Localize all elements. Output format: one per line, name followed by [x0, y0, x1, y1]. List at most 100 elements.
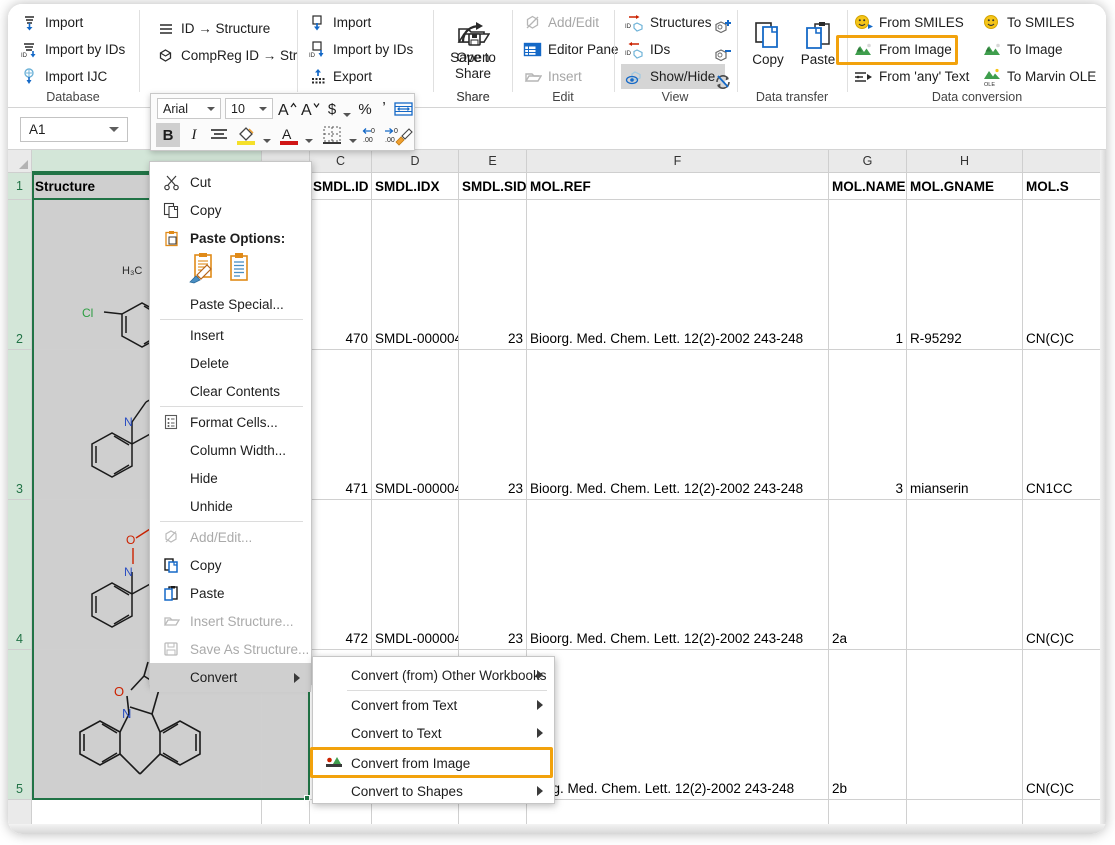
cell-f5-mol-ref[interactable]: ioorg. Med. Chem. Lett. 12(2)-2002 243-2…: [527, 650, 829, 800]
cell-b6[interactable]: [262, 800, 310, 827]
cell-f3-mol-ref[interactable]: Bioorg. Med. Chem. Lett. 12(2)-2002 243-…: [527, 350, 829, 500]
context-menu-item-clear-contents[interactable]: Clear Contents: [150, 377, 311, 405]
cell-h1-mol-gname-header[interactable]: MOL.GNAME: [907, 173, 1023, 200]
fill-color-button[interactable]: [233, 123, 259, 147]
format-painter-button[interactable]: [392, 123, 416, 147]
submenu-item-convert-from-image[interactable]: Convert from Image: [313, 749, 554, 777]
column-header-c[interactable]: C: [310, 150, 372, 173]
column-header-h[interactable]: H: [907, 150, 1023, 173]
ribbon-paste-button[interactable]: Paste: [794, 20, 842, 68]
cell-i4-mol-s[interactable]: CN(C)C: [1023, 500, 1106, 650]
cell-f4-mol-ref[interactable]: Bioorg. Med. Chem. Lett. 12(2)-2002 243-…: [527, 500, 829, 650]
cell-c2-smdl-id[interactable]: 470: [310, 200, 372, 350]
fill-handle[interactable]: [304, 795, 310, 801]
cell-e1-smdl-sid-header[interactable]: SMDL.SID: [459, 173, 527, 200]
ribbon-import-button[interactable]: Import: [16, 10, 86, 35]
ribbon-show-hide-button[interactable]: Show/Hide: [621, 64, 725, 89]
remove-structure-icon[interactable]: [711, 44, 735, 68]
context-menu-item-copy[interactable]: Copy: [150, 196, 311, 224]
cell-g4-mol-name[interactable]: 2a: [829, 500, 907, 650]
ribbon-import-by-ids2-button[interactable]: ID Import by IDs: [304, 37, 416, 62]
context-menu-item-unhide[interactable]: Unhide: [150, 492, 311, 520]
ribbon-import-by-ids-button[interactable]: ID Import by IDs: [16, 37, 128, 62]
row-header-3[interactable]: 3: [8, 350, 32, 500]
context-menu-item-insert-structure[interactable]: Insert Structure...: [150, 607, 311, 635]
ribbon-to-smiles-button[interactable]: To SMILES: [978, 10, 1078, 35]
context-menu-item-format-cells[interactable]: Format Cells...: [150, 408, 311, 436]
cell-g3-mol-name[interactable]: 3: [829, 350, 907, 500]
context-menu-item-convert[interactable]: Convert: [150, 663, 311, 692]
context-menu-item-chem-copy[interactable]: Copy: [150, 551, 311, 579]
cell-i6[interactable]: [1023, 800, 1106, 827]
ribbon-add-edit-button[interactable]: Add/Edit: [519, 10, 602, 35]
column-header-i[interactable]: [1023, 150, 1106, 173]
cell-h6[interactable]: [907, 800, 1023, 827]
ribbon-compreg-id-button[interactable]: CompReg ID → Str: [152, 43, 300, 68]
cell-a6[interactable]: [32, 800, 262, 827]
cell-e2-smdl-sid[interactable]: 23: [459, 200, 527, 350]
merge-cells-button[interactable]: [392, 97, 414, 121]
cell-i5-mol-s[interactable]: CN(C)C: [1023, 650, 1106, 800]
horizontal-scrollbar[interactable]: [8, 824, 1106, 834]
row-header-2[interactable]: 2: [8, 200, 32, 350]
cell-i2-mol-s[interactable]: CN(C)C: [1023, 200, 1106, 350]
ribbon-export-button[interactable]: Export: [304, 64, 375, 89]
select-all-corner[interactable]: [8, 150, 32, 173]
ribbon-copy-button[interactable]: Copy: [744, 20, 792, 68]
name-box[interactable]: A1: [20, 117, 128, 142]
cell-f1-mol-ref-header[interactable]: MOL.REF: [527, 173, 829, 200]
context-menu-item-insert[interactable]: Insert: [150, 321, 311, 349]
paste-values-icon[interactable]: [226, 252, 252, 284]
borders-button[interactable]: [319, 123, 345, 147]
cell-c3-smdl-id[interactable]: 471: [310, 350, 372, 500]
context-menu-item-cut[interactable]: Cut: [150, 168, 311, 196]
context-menu-item-delete[interactable]: Delete: [150, 349, 311, 377]
ribbon-save-to-share-button[interactable]: Save to Share: [442, 20, 504, 82]
context-menu-item-column-width[interactable]: Column Width...: [150, 436, 311, 464]
cell-g1-mol-name-header[interactable]: MOL.NAME: [829, 173, 907, 200]
context-menu-item-add-edit[interactable]: Add/Edit...: [150, 523, 311, 551]
cell-d1-smdl-idx-header[interactable]: SMDL.IDX: [372, 173, 459, 200]
ribbon-from-image-button[interactable]: From Image: [850, 37, 955, 62]
cell-g2-mol-name[interactable]: 1: [829, 200, 907, 350]
ribbon-from-smiles-button[interactable]: From SMILES: [850, 10, 967, 35]
cell-c1-smdl-id-header[interactable]: SMDL.ID: [310, 173, 372, 200]
context-menu-item-paste-special[interactable]: Paste Special...: [150, 290, 311, 318]
context-menu-item-chem-paste[interactable]: Paste: [150, 579, 311, 607]
font-family-select[interactable]: Arial: [157, 98, 221, 119]
cell-h2-mol-gname[interactable]: R-95292: [907, 200, 1023, 350]
cell-d4-smdl-idx[interactable]: SMDL-00000472: [372, 500, 459, 650]
cell-e4-smdl-sid[interactable]: 23: [459, 500, 527, 650]
cell-g5-mol-name[interactable]: 2b: [829, 650, 907, 800]
submenu-item-convert-to-shapes[interactable]: Convert to Shapes: [313, 777, 554, 805]
borders-dropdown-button[interactable]: [347, 129, 359, 153]
italic-button[interactable]: I: [183, 123, 205, 147]
paste-formatting-icon[interactable]: [188, 252, 218, 284]
font-size-select[interactable]: 10: [225, 98, 273, 119]
bold-button[interactable]: B: [156, 123, 180, 147]
cell-e3-smdl-sid[interactable]: 23: [459, 350, 527, 500]
ribbon-to-marvin-ole-button[interactable]: OLE To Marvin OLE: [978, 64, 1099, 89]
refresh-structure-icon[interactable]: [711, 70, 735, 94]
add-structure-icon[interactable]: [711, 16, 735, 40]
cell-h4-mol-gname[interactable]: [907, 500, 1023, 650]
ribbon-to-image-button[interactable]: To Image: [978, 37, 1066, 62]
vertical-scrollbar[interactable]: [1100, 150, 1106, 834]
font-color-button[interactable]: A: [277, 123, 301, 147]
ribbon-from-any-text-button[interactable]: From 'any' Text: [850, 64, 972, 89]
decrease-decimal-button[interactable]: 0 .00: [362, 123, 384, 147]
column-header-f[interactable]: F: [527, 150, 829, 173]
column-header-e[interactable]: E: [459, 150, 527, 173]
column-header-g[interactable]: G: [829, 150, 907, 173]
cell-i3-mol-s[interactable]: CN1CC: [1023, 350, 1106, 500]
ribbon-import-ijc-button[interactable]: Import IJC: [16, 64, 110, 89]
cell-c4-smdl-id[interactable]: 472: [310, 500, 372, 650]
increase-font-size-button[interactable]: A: [277, 97, 299, 121]
comma-style-button[interactable]: ’: [377, 97, 391, 121]
ribbon-editor-pane-button[interactable]: Editor Pane: [519, 37, 622, 62]
decrease-font-size-button[interactable]: A: [300, 97, 322, 121]
row-header-5[interactable]: 5: [8, 650, 32, 800]
chevron-down-icon[interactable]: [109, 127, 119, 132]
accounting-format-button[interactable]: $: [323, 97, 341, 121]
cell-f2-mol-ref[interactable]: Bioorg. Med. Chem. Lett. 12(2)-2002 243-…: [527, 200, 829, 350]
